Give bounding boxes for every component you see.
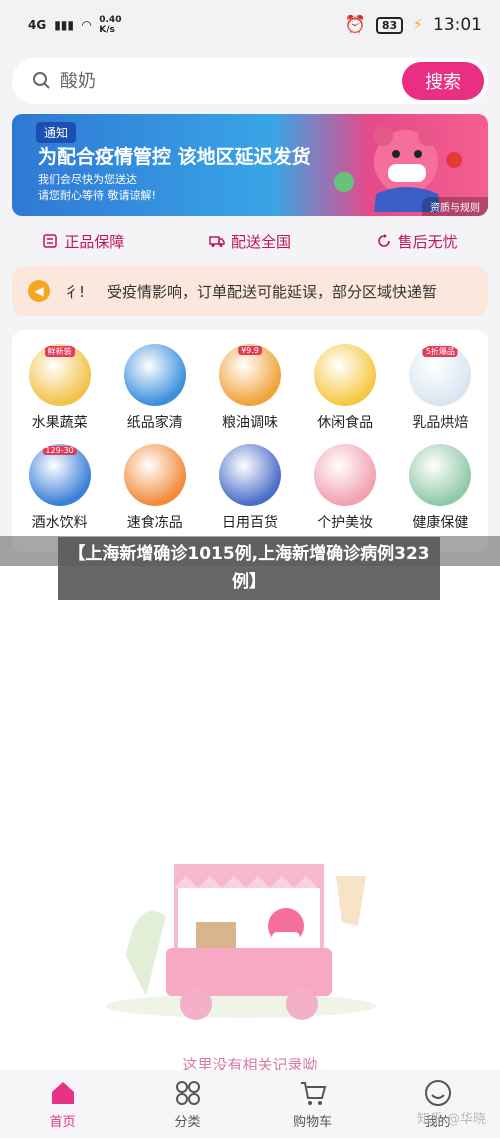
category-item[interactable]: 日用百货 bbox=[202, 444, 297, 532]
banner-tag: 通知 bbox=[36, 122, 77, 143]
watermark: 知乎 @华晓 bbox=[416, 1112, 486, 1127]
category-panel: 鲜新装 水果蔬菜 纸品家清 ¥9.9 粮油调味 休闲食品 5折爆品 乳品烘焙 129-30 酒水饮… bbox=[12, 330, 488, 552]
category-label: 乳品烘焙 bbox=[412, 415, 469, 431]
guarantee-label: 配送全国 bbox=[230, 232, 291, 251]
guarantee-label: 售后无忧 bbox=[397, 232, 458, 251]
grid-icon bbox=[175, 1081, 200, 1105]
guarantee-aftersale: 售后无忧 bbox=[376, 231, 458, 252]
notice-text: 受疫情影响，订单配送可能延误，部分区域快递暂 bbox=[107, 282, 438, 301]
notice-marquee[interactable]: ◀ 彳! 受疫情影响，订单配送可能延误，部分区域快递暂 bbox=[12, 266, 488, 316]
tab-cart[interactable]: 购物车 bbox=[268, 1078, 358, 1130]
tab-label: 购物车 bbox=[292, 1115, 332, 1130]
speaker-icon: ◀ bbox=[28, 280, 50, 302]
category-label: 健康保健 bbox=[412, 515, 469, 531]
category-item[interactable]: ¥9.9 粮油调味 bbox=[202, 344, 297, 432]
smile-icon bbox=[424, 1080, 451, 1106]
category-image bbox=[314, 344, 377, 406]
guarantee-label: 正品保障 bbox=[64, 232, 125, 251]
refresh-icon bbox=[377, 234, 390, 247]
category-label: 休闲食品 bbox=[317, 415, 374, 431]
category-item[interactable]: 纸品家清 bbox=[107, 344, 202, 432]
home-icon bbox=[51, 1082, 74, 1104]
category-image bbox=[123, 444, 186, 506]
signal-icon: ▮▮▮ bbox=[54, 18, 75, 32]
notice-prefix: 彳! bbox=[64, 282, 86, 301]
category-image: 鲜新装 bbox=[28, 344, 91, 406]
category-label: 水果蔬菜 bbox=[31, 415, 88, 431]
category-label: 速食冻品 bbox=[126, 515, 183, 531]
battery-indicator: 83 bbox=[375, 16, 404, 34]
guarantee-authentic: 正品保障 bbox=[42, 231, 124, 252]
category-label: 个护美妆 bbox=[317, 515, 374, 531]
charging-icon: ⚡ bbox=[413, 17, 423, 33]
status-right: ⏰ 83 ⚡ 13:01 bbox=[345, 15, 482, 35]
banner-subtitle: 我们会尽快为您送达 请您耐心等待 敬请谅解! bbox=[38, 172, 156, 204]
receipt-icon bbox=[43, 234, 58, 248]
category-badge: 鲜新装 bbox=[44, 346, 75, 357]
category-image bbox=[314, 444, 377, 506]
category-item[interactable]: 5折爆品乳品烘焙 bbox=[393, 344, 488, 432]
banner-line1: 我们会尽快为您送达 bbox=[38, 173, 137, 186]
bottom-tab-bar: 首页 分类 购物车 我的 bbox=[0, 1070, 500, 1138]
category-item[interactable]: 个护美妆 bbox=[298, 444, 393, 532]
tab-label: 首页 bbox=[49, 1115, 76, 1130]
banner-line2: 请您耐心等待 敬请谅解! bbox=[38, 189, 156, 202]
search-bar: 搜索 bbox=[12, 58, 488, 104]
category-badge: 129-30 bbox=[42, 446, 77, 455]
cart-icon bbox=[300, 1082, 326, 1105]
status-left: 4G ▮▮▮ ◠ 0.40 K/s bbox=[28, 15, 121, 35]
category-item[interactable]: 休闲食品 bbox=[298, 344, 393, 432]
net-speed-value: 0.40 bbox=[99, 15, 122, 25]
category-image bbox=[218, 444, 281, 506]
category-image bbox=[123, 344, 186, 406]
category-label: 酒水饮料 bbox=[31, 515, 88, 531]
banner-rules-link[interactable]: 资质与规则 bbox=[422, 197, 488, 216]
tab-label: 分类 bbox=[174, 1115, 201, 1130]
search-button[interactable]: 搜索 bbox=[402, 62, 484, 100]
category-label: 粮油调味 bbox=[221, 415, 278, 431]
category-image: ¥9.9 bbox=[218, 344, 281, 406]
promo-banner[interactable]: 通知 为配合疫情管控 该地区延迟发货 我们会尽快为您送达 请您耐心等待 敬请谅解… bbox=[12, 114, 488, 216]
net-speed-unit: K/s bbox=[99, 25, 115, 35]
tab-home[interactable]: 首页 bbox=[18, 1078, 108, 1130]
category-label: 纸品家清 bbox=[126, 415, 183, 431]
empty-state-illustration bbox=[106, 864, 376, 1020]
search-icon bbox=[33, 72, 50, 89]
guarantee-shipping: 配送全国 bbox=[209, 231, 291, 252]
category-grid: 鲜新装 水果蔬菜 纸品家清 ¥9.9 粮油调味 休闲食品 5折爆品 乳品烘焙 129-30 酒水饮… bbox=[12, 330, 488, 532]
category-label: 日用百货 bbox=[221, 515, 278, 531]
wifi-icon: ◠ bbox=[82, 18, 92, 32]
category-image bbox=[409, 444, 472, 506]
headline-banner: 【上海新增确诊1015例,上海新增确诊病例323例】 bbox=[58, 537, 440, 600]
category-badge: ¥9.9 bbox=[238, 346, 262, 355]
signal-label: 4G bbox=[28, 18, 47, 32]
status-bar: 4G ▮▮▮ ◠ 0.40 K/s ⏰ 83 ⚡ 13:01 bbox=[0, 0, 500, 50]
clock: 13:01 bbox=[433, 15, 482, 35]
banner-title: 为配合疫情管控 该地区延迟发货 bbox=[38, 146, 311, 168]
category-item[interactable]: 速食冻品 bbox=[107, 444, 202, 532]
category-image: 5折爆品 bbox=[409, 344, 472, 406]
category-image: 129-30 bbox=[28, 444, 91, 506]
guarantee-row: 正品保障 配送全国 售后无忧 bbox=[0, 226, 500, 256]
category-badge: 5折爆品 bbox=[422, 346, 458, 357]
category-item[interactable]: 健康保健 bbox=[393, 444, 488, 532]
category-item[interactable]: 129-30 酒水饮料 bbox=[12, 444, 107, 532]
alarm-icon: ⏰ bbox=[344, 15, 366, 35]
truck-icon bbox=[209, 236, 225, 247]
tab-category[interactable]: 分类 bbox=[143, 1078, 233, 1130]
category-item[interactable]: 鲜新装 水果蔬菜 bbox=[12, 344, 107, 432]
net-speed: 0.40 K/s bbox=[99, 15, 121, 35]
